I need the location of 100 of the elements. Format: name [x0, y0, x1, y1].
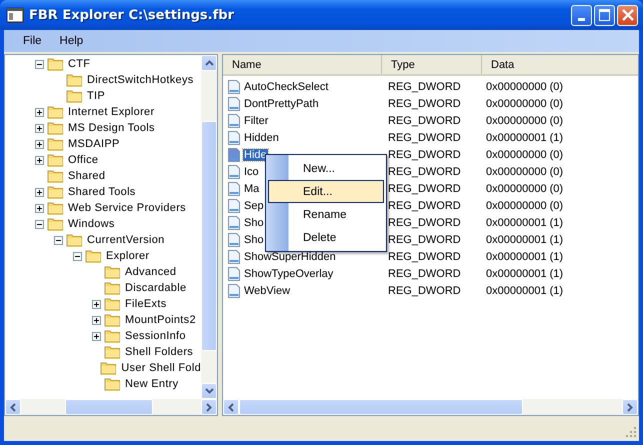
tree-item[interactable]: New Entry	[125, 378, 178, 390]
scroll-left-button[interactable]	[223, 399, 239, 415]
value-name[interactable]: Ma	[243, 182, 260, 194]
tree-item[interactable]: CurrentVersion	[87, 234, 165, 246]
expand-icon[interactable]	[92, 332, 101, 340]
tree-item[interactable]: Shell Folders	[125, 346, 194, 358]
chevron-up-icon	[204, 60, 214, 66]
scroll-down-button[interactable]	[201, 383, 217, 399]
expand-icon[interactable]	[92, 300, 101, 308]
value-icon	[227, 130, 241, 146]
menu-item[interactable]: Delete	[268, 226, 384, 249]
table-cell-text: REG_DWORD	[387, 132, 462, 144]
value-name[interactable]: Sep	[243, 200, 265, 212]
collapse-icon[interactable]	[54, 236, 63, 244]
tree-item[interactable]: Web Service Providers	[68, 202, 186, 214]
resize-grip-icon[interactable]	[626, 427, 637, 438]
tree-item[interactable]: MSDAIPP	[68, 138, 120, 150]
expand-icon[interactable]	[35, 140, 44, 148]
tree-item[interactable]: User Shell Fold	[121, 362, 201, 374]
chevron-down-icon	[204, 388, 214, 394]
scroll-thumb[interactable]	[239, 399, 523, 415]
tree-item[interactable]: SessionInfo	[125, 330, 186, 342]
folder-icon	[104, 345, 121, 359]
collapse-icon[interactable]	[73, 252, 82, 260]
tree-item[interactable]: FileExts	[125, 298, 167, 310]
scroll-right-button[interactable]	[201, 399, 217, 415]
folder-icon	[104, 313, 121, 327]
value-name[interactable]: Sho	[243, 234, 265, 246]
tree-item[interactable]: DirectSwitchHotkeys	[87, 74, 194, 86]
column-header[interactable]: Data	[482, 55, 638, 74]
scroll-left-button[interactable]	[5, 399, 21, 415]
expand-icon[interactable]	[92, 316, 101, 324]
close-icon	[620, 8, 634, 22]
tree-item[interactable]: MS Design Tools	[68, 122, 155, 134]
table-cell-text: 0x00000000 (0)	[485, 166, 564, 178]
folder-icon	[47, 201, 64, 215]
value-name[interactable]: Sho	[243, 216, 265, 228]
tree-item[interactable]: Advanced	[125, 266, 176, 278]
tree-item[interactable]: Explorer	[106, 250, 150, 262]
folder-icon	[104, 329, 121, 343]
tree-item[interactable]: Office	[68, 154, 98, 166]
tree-item[interactable]: CTF	[68, 58, 90, 70]
collapse-icon[interactable]	[35, 60, 44, 68]
tree-item[interactable]: Windows	[68, 218, 115, 230]
table-cell-text: 0x00000001 (1)	[485, 234, 564, 246]
menu-item[interactable]: Rename	[268, 203, 384, 226]
scroll-right-button[interactable]	[622, 399, 638, 415]
menu-item[interactable]: File	[14, 35, 51, 47]
folder-icon	[47, 105, 64, 119]
value-icon	[227, 282, 241, 298]
folder-icon	[66, 89, 83, 103]
scroll-thumb[interactable]	[201, 121, 217, 351]
value-name[interactable]: Hidden	[243, 132, 280, 144]
tree-item[interactable]: TIP	[87, 90, 106, 102]
menu-item[interactable]: New...	[268, 157, 384, 180]
close-button[interactable]	[617, 4, 638, 26]
collapse-icon[interactable]	[35, 220, 44, 228]
tree-item[interactable]: Shared	[68, 170, 106, 182]
value-icon	[227, 96, 241, 112]
horizontal-scrollbar[interactable]	[223, 399, 638, 415]
maximize-button[interactable]	[594, 4, 615, 26]
expand-icon[interactable]	[35, 108, 44, 116]
value-name[interactable]: Filter	[243, 114, 270, 126]
value-name[interactable]: ShowTypeOverlay	[243, 268, 334, 280]
scroll-up-button[interactable]	[201, 55, 217, 71]
value-name[interactable]: DontPrettyPath	[243, 98, 320, 110]
folder-icon	[104, 281, 121, 295]
expand-icon[interactable]	[35, 204, 44, 212]
menu-item[interactable]: Help	[50, 35, 92, 47]
expand-icon[interactable]	[35, 156, 44, 164]
scroll-thumb[interactable]	[65, 399, 153, 415]
expand-icon[interactable]	[35, 188, 44, 196]
value-name[interactable]: ShowSuperHidden	[243, 250, 337, 262]
table-cell-text: REG_DWORD	[387, 200, 462, 212]
table-cell-text: 0x00000000 (0)	[485, 148, 564, 160]
vertical-scrollbar[interactable]	[201, 55, 217, 399]
window-title: FBR Explorer C:\settings.fbr	[29, 8, 235, 22]
column-header[interactable]: Type	[382, 55, 482, 74]
folder-icon	[66, 233, 83, 247]
table-cell-text: REG_DWORD	[387, 80, 462, 92]
value-name[interactable]: Ico	[243, 166, 260, 178]
value-icon	[227, 214, 241, 230]
expand-icon[interactable]	[35, 124, 44, 132]
table-cell-text: 0x00000000 (0)	[485, 200, 564, 212]
value-name[interactable]: AutoCheckSelect	[243, 80, 330, 92]
value-name[interactable]: WebView	[243, 284, 292, 296]
table-cell-text: REG_DWORD	[387, 182, 462, 194]
tree-item[interactable]: Discardable	[125, 282, 186, 294]
column-header[interactable]: Name	[223, 55, 382, 74]
table-cell-text: 0x00000000 (0)	[485, 182, 564, 194]
minimize-button[interactable]	[571, 4, 592, 26]
value-icon	[227, 78, 241, 94]
tree-item[interactable]: Shared Tools	[68, 186, 136, 198]
tree-item[interactable]: MountPoints2	[125, 314, 196, 326]
value-name[interactable]: Hide	[243, 148, 268, 160]
folder-icon	[104, 377, 121, 391]
tree-item[interactable]: Internet Explorer	[68, 106, 154, 118]
folder-icon	[47, 153, 64, 167]
menu-item[interactable]: Edit...	[268, 180, 384, 203]
horizontal-scrollbar[interactable]	[5, 399, 217, 415]
